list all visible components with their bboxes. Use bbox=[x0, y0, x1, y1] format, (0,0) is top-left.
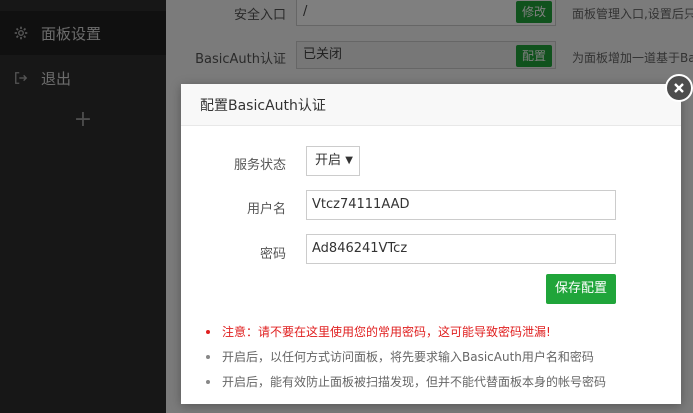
tip-warning: 注意：请不要在这里使用您的常用密码，这可能导致密码泄漏! bbox=[206, 323, 551, 340]
password-label: 密码 bbox=[259, 247, 286, 262]
status-select[interactable]: 开启 ▼ bbox=[306, 146, 360, 176]
tip-item: 开启后，能有效防止面板被扫描发现，但并不能代替面板本身的帐号密码 bbox=[206, 373, 606, 390]
password-input[interactable]: Ad846241VTcz bbox=[306, 234, 616, 264]
dialog-header: 配置BasicAuth认证 bbox=[181, 84, 681, 126]
username-label: 用户名 bbox=[246, 202, 286, 217]
tip-item: 开启后，以任何方式访问面板，将先要求输入BasicAuth用户名和密码 bbox=[206, 348, 594, 365]
dialog-title: 配置BasicAuth认证 bbox=[200, 98, 326, 114]
status-value: 开启 bbox=[315, 153, 342, 168]
status-label: 服务状态 bbox=[233, 158, 286, 173]
save-config-button[interactable]: 保存配置 bbox=[546, 274, 616, 304]
chevron-down-icon: ▼ bbox=[345, 155, 353, 166]
close-icon[interactable] bbox=[665, 74, 693, 102]
username-input[interactable]: Vtcz74111AAD bbox=[306, 190, 616, 220]
basicauth-dialog: 配置BasicAuth认证 服务状态 开启 ▼ 用户名 Vtcz74111AAD… bbox=[181, 84, 681, 404]
